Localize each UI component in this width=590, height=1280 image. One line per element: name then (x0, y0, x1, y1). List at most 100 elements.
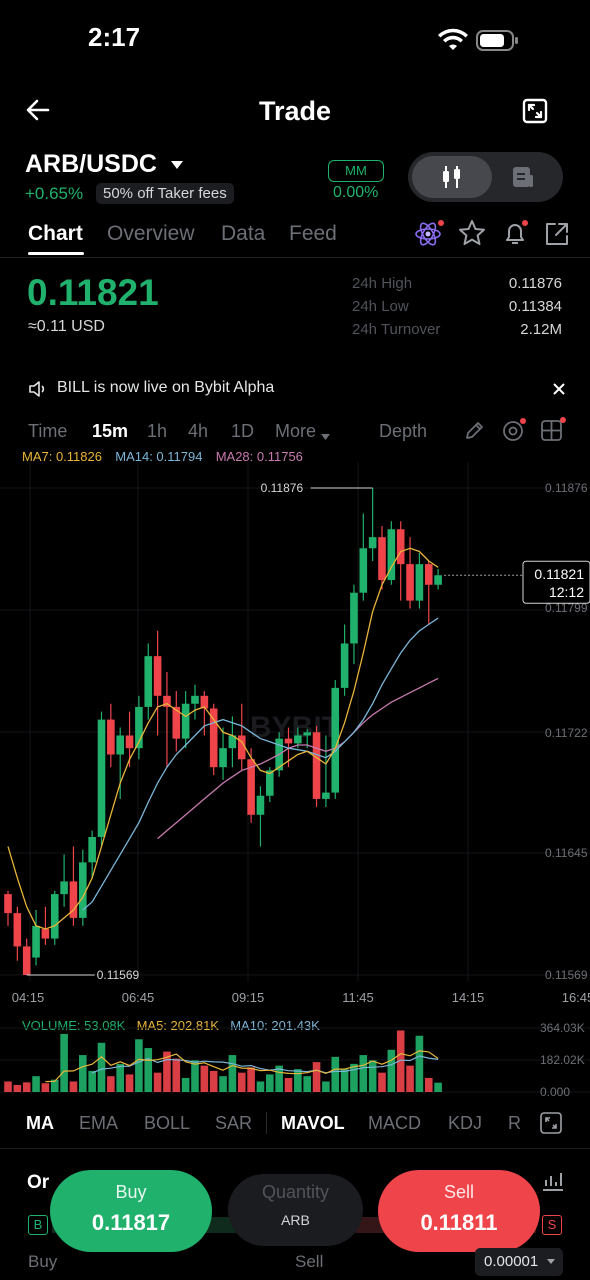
sell-ratio-badge: S (542, 1215, 562, 1235)
candle-body (22, 946, 31, 975)
divider (0, 257, 590, 258)
stat-label: 24h Turnover (352, 321, 441, 338)
indicator-expand-icon[interactable] (540, 1112, 562, 1139)
x-tick-label: 09:15 (232, 990, 265, 1005)
candle-body (368, 537, 377, 549)
candlestick-icon (443, 166, 460, 188)
candle-body (340, 643, 349, 688)
tick-size-select[interactable]: 0.00001 (475, 1248, 563, 1276)
price-chart[interactable]: BYBIT0.118760.117990.117220.116450.11569… (0, 462, 590, 1012)
orderbook-sell-label: Sell (295, 1252, 324, 1271)
indicator-boll[interactable]: BOLL (144, 1113, 190, 1134)
volume-chart[interactable]: 364.03K 182.02K 0.000 (0, 1020, 590, 1102)
indicator-kdj[interactable]: KDJ (448, 1113, 482, 1134)
tf-1d[interactable]: 1D (231, 421, 254, 442)
pencil-icon[interactable] (463, 420, 485, 447)
indicator-ema[interactable]: EMA (79, 1113, 118, 1134)
indicator-sar[interactable]: SAR (215, 1113, 252, 1134)
tab-chart[interactable]: Chart (28, 222, 83, 246)
order-form-icon[interactable] (512, 166, 534, 188)
candle-body (415, 564, 424, 601)
y-tick-label: 364.03K (540, 1021, 585, 1035)
volume-bar (200, 1065, 209, 1092)
caret-down-icon[interactable] (170, 157, 184, 175)
bell-icon[interactable] (501, 218, 531, 253)
share-icon[interactable] (544, 221, 570, 252)
volume-bar (107, 1076, 115, 1092)
ai-assistant-icon[interactable] (414, 219, 444, 254)
tf-4h[interactable]: 4h (188, 421, 208, 442)
candle-body (396, 529, 405, 565)
tab-data[interactable]: Data (221, 222, 265, 246)
fee-badge[interactable]: 50% off Taker fees (96, 183, 234, 204)
chart-icon[interactable] (541, 1170, 565, 1197)
depth-toggle[interactable]: Depth (379, 421, 427, 442)
tick-size-value: 0.00001 (484, 1253, 539, 1270)
y-tick-label: 0.000 (540, 1085, 570, 1099)
status-icons (438, 28, 520, 59)
volume-bar (312, 1062, 321, 1092)
wifi-icon (438, 28, 468, 50)
x-tick-label: 06:45 (122, 990, 155, 1005)
volume-bar (97, 1042, 106, 1092)
buy-button[interactable]: Buy 0.11817 (50, 1170, 212, 1252)
indicator-mavol[interactable]: MAVOL (281, 1113, 345, 1134)
volume-bar (434, 1082, 442, 1092)
countdown-label: 12:12 (549, 584, 584, 600)
volume-bar (32, 1076, 40, 1092)
view-toggle[interactable] (408, 152, 563, 202)
star-icon[interactable] (458, 219, 486, 252)
buy-label: Buy (115, 1182, 147, 1202)
tab-overview[interactable]: Overview (107, 222, 195, 246)
tab-feed[interactable]: Feed (289, 222, 337, 246)
volume-bar (172, 1058, 181, 1092)
indicator-macd[interactable]: MACD (368, 1113, 421, 1134)
candle-body (359, 548, 368, 593)
divider (0, 1148, 590, 1149)
layout-grid-icon[interactable] (540, 416, 568, 449)
volume-bar (247, 1067, 255, 1092)
page-title: Trade (258, 96, 332, 126)
volume-bar (415, 1035, 424, 1092)
indicator-r[interactable]: R (508, 1113, 521, 1134)
view-toggle-chart[interactable] (412, 156, 492, 198)
volume-bar (13, 1084, 22, 1092)
stat-value: 2.12M (520, 321, 562, 338)
volume-bar (209, 1070, 218, 1092)
caret-down-icon[interactable] (321, 428, 330, 446)
x-tick-label: 16:45 (562, 990, 590, 1005)
sell-button[interactable]: Sell 0.11811 (378, 1170, 540, 1252)
y-tick-label: 182.02K (540, 1053, 585, 1067)
indicator-ma[interactable]: MA (26, 1113, 54, 1134)
y-tick-label: 0.11645 (545, 846, 588, 860)
candle-body (256, 795, 265, 815)
fullscreen-icon[interactable] (522, 98, 548, 129)
tf-15m[interactable]: 15m (92, 421, 128, 442)
volume-bar (88, 1070, 96, 1092)
pair-symbol[interactable]: ARB/USDC (25, 150, 157, 179)
ma28-line (157, 677, 439, 840)
speaker-icon (28, 379, 48, 404)
announcement-text[interactable]: BILL is now live on Bybit Alpha (57, 379, 274, 397)
close-icon[interactable] (552, 382, 566, 401)
candle-body (88, 836, 96, 863)
mm-badge[interactable]: MM (328, 160, 384, 182)
quantity-label: Quantity (261, 1182, 330, 1202)
volume-bar (116, 1063, 124, 1092)
status-time: 2:17 (88, 22, 141, 52)
volume-bar (359, 1055, 368, 1092)
orderbook-title[interactable]: Or (27, 1172, 49, 1194)
volume-bar (60, 1033, 68, 1092)
quantity-input[interactable]: Quantity ARB (228, 1174, 363, 1246)
battery-icon (476, 30, 518, 51)
candle-body (107, 719, 115, 755)
volume-bar (153, 1072, 162, 1092)
buy-ratio-badge: B (28, 1215, 48, 1235)
candle-body (41, 928, 50, 939)
candle-body (50, 894, 59, 939)
tf-time[interactable]: Time (28, 421, 67, 442)
price-change: +0.65% (25, 184, 84, 203)
tf-1h[interactable]: 1h (147, 421, 167, 442)
tf-more[interactable]: More (275, 421, 316, 442)
indicator-settings-icon[interactable] (501, 416, 529, 449)
